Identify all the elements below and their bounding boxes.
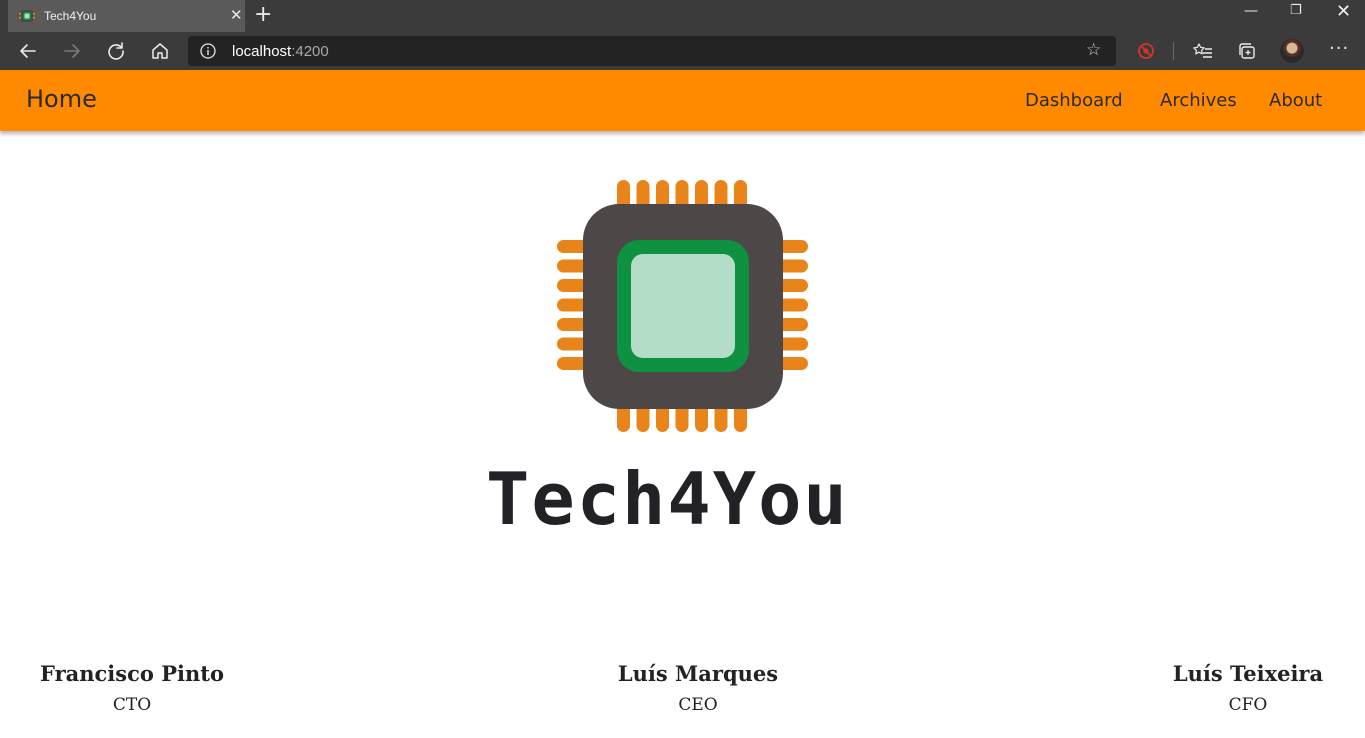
browser-toolbar: localhost:4200 ☆ ··· — [0, 32, 1365, 70]
browser-tab[interactable]: Tech4You ✕ — [8, 0, 245, 32]
app-navbar: Home Dashboard Archives About — [0, 70, 1365, 131]
favorite-star-icon[interactable]: ☆ — [1086, 40, 1101, 60]
member-name: Luís Marques — [617, 661, 779, 686]
address-url[interactable]: localhost:4200 — [232, 43, 329, 60]
nav-home-link[interactable]: Home — [26, 85, 97, 113]
extension-button[interactable] — [1133, 38, 1159, 64]
favorites-button[interactable] — [1190, 38, 1216, 64]
nav-archives-link[interactable]: Archives — [1160, 90, 1237, 111]
chip-logo-icon — [557, 180, 808, 432]
brand-wordmark: Tech4You — [486, 457, 849, 541]
team-member: Luís Marques CEO — [606, 660, 790, 717]
window-restore-button[interactable]: ❐ — [1290, 3, 1302, 18]
nav-about-link[interactable]: About — [1269, 90, 1322, 111]
collections-button[interactable] — [1234, 38, 1260, 64]
extension-blocked-icon — [1138, 43, 1154, 59]
more-menu-icon[interactable]: ··· — [1329, 38, 1349, 59]
collections-icon — [1239, 43, 1255, 59]
tech4you-favicon-icon — [19, 10, 35, 22]
window-minimize-button[interactable]: — — [1244, 3, 1258, 19]
toolbar-separator — [1173, 42, 1174, 60]
refresh-icon — [108, 42, 124, 60]
url-port: :4200 — [291, 43, 329, 60]
tab-title: Tech4You — [44, 9, 97, 23]
member-role: CTO — [112, 695, 152, 715]
window-close-button[interactable]: ✕ — [1336, 1, 1351, 22]
back-arrow-icon — [20, 44, 36, 58]
new-tab-button[interactable]: + — [254, 4, 272, 26]
url-host: localhost — [232, 43, 292, 60]
forward-arrow-icon — [64, 44, 80, 58]
forward-button[interactable] — [59, 38, 85, 64]
team-member: Luís Teixeira CFO — [1156, 660, 1340, 717]
member-name: Luís Teixeira — [1172, 661, 1324, 686]
favorites-list-icon — [1193, 43, 1212, 58]
tab-close-icon[interactable]: ✕ — [230, 7, 243, 23]
refresh-button[interactable] — [103, 38, 129, 64]
home-button[interactable] — [147, 38, 173, 64]
team-member: Francisco Pinto CTO — [40, 660, 224, 717]
profile-avatar[interactable] — [1280, 39, 1304, 63]
member-role: CFO — [1228, 695, 1268, 715]
browser-tab-bar: Tech4You ✕ + — ❐ ✕ — [0, 0, 1365, 32]
address-bar[interactable]: localhost:4200 ☆ — [188, 36, 1116, 66]
nav-dashboard-link[interactable]: Dashboard — [1025, 90, 1123, 111]
info-icon[interactable] — [198, 41, 218, 61]
home-icon — [152, 43, 168, 59]
member-name: Francisco Pinto — [40, 661, 224, 686]
member-role: CEO — [678, 695, 718, 715]
back-button[interactable] — [15, 38, 41, 64]
